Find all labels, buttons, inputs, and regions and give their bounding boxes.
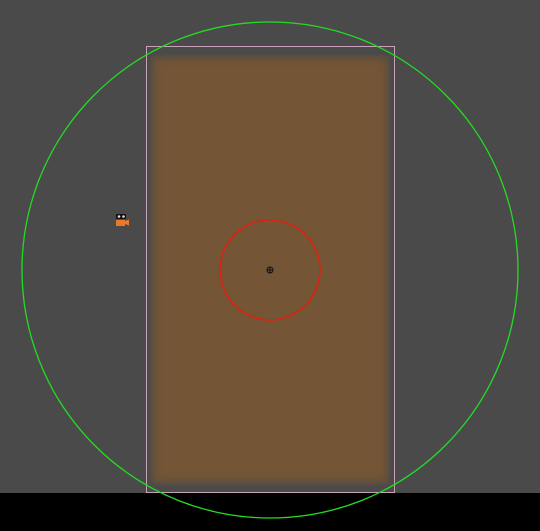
bottom-bar [0,493,540,531]
scene-viewport[interactable] [0,0,540,493]
camera-icon[interactable] [114,213,130,227]
sprite-bounds[interactable] [146,46,395,493]
